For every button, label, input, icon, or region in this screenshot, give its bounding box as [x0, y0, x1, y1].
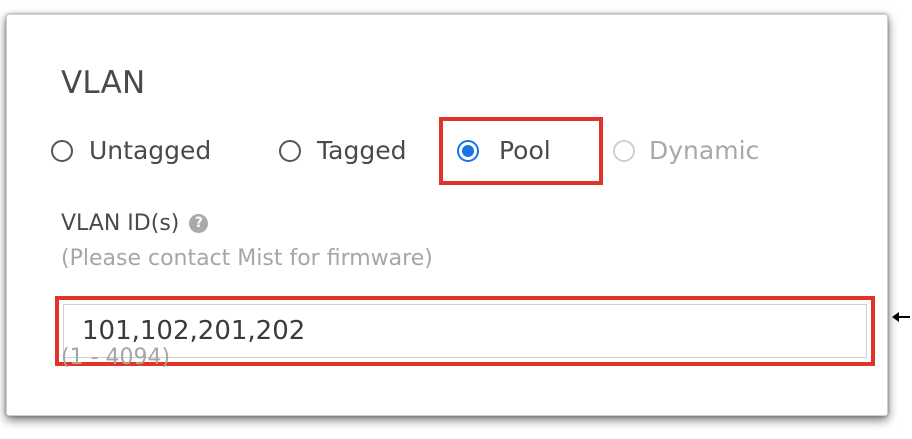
- radio-untagged-circle[interactable]: [51, 139, 73, 162]
- vlan-ids-highlight-box: 101,102,201,202: [55, 296, 875, 366]
- radio-pool[interactable]: Pool: [457, 136, 551, 165]
- radio-untagged-label: Untagged: [89, 136, 212, 165]
- radio-pool-label: Pool: [499, 136, 551, 165]
- vlan-ids-input[interactable]: 101,102,201,202: [63, 304, 867, 358]
- radio-tagged[interactable]: Tagged: [279, 136, 406, 165]
- radio-pool-circle[interactable]: [457, 139, 479, 162]
- radio-dynamic-circle: [613, 139, 635, 162]
- vlan-card: VLAN Untagged Tagged Pool Dynamic VLAN I…: [6, 14, 888, 416]
- section-title: VLAN: [61, 65, 146, 101]
- vlan-type-radio-group: Untagged Tagged Pool Dynamic: [51, 117, 811, 185]
- radio-untagged[interactable]: Untagged: [51, 136, 211, 165]
- screenshot-stage: VLAN Untagged Tagged Pool Dynamic VLAN I…: [0, 0, 912, 439]
- vlan-ids-range-hint: (1 - 4094): [61, 345, 171, 370]
- radio-dynamic: Dynamic: [613, 136, 759, 165]
- firmware-note: (Please contact Mist for firmware): [61, 246, 433, 271]
- vlan-ids-label: VLAN ID(s): [61, 211, 180, 236]
- radio-dynamic-label: Dynamic: [649, 136, 760, 165]
- vlan-ids-label-row: VLAN ID(s) ?: [61, 211, 209, 236]
- radio-tagged-circle[interactable]: [279, 139, 301, 162]
- arrow-left-icon: [892, 312, 910, 322]
- question-circle-icon[interactable]: ?: [189, 214, 209, 233]
- radio-tagged-label: Tagged: [317, 136, 407, 165]
